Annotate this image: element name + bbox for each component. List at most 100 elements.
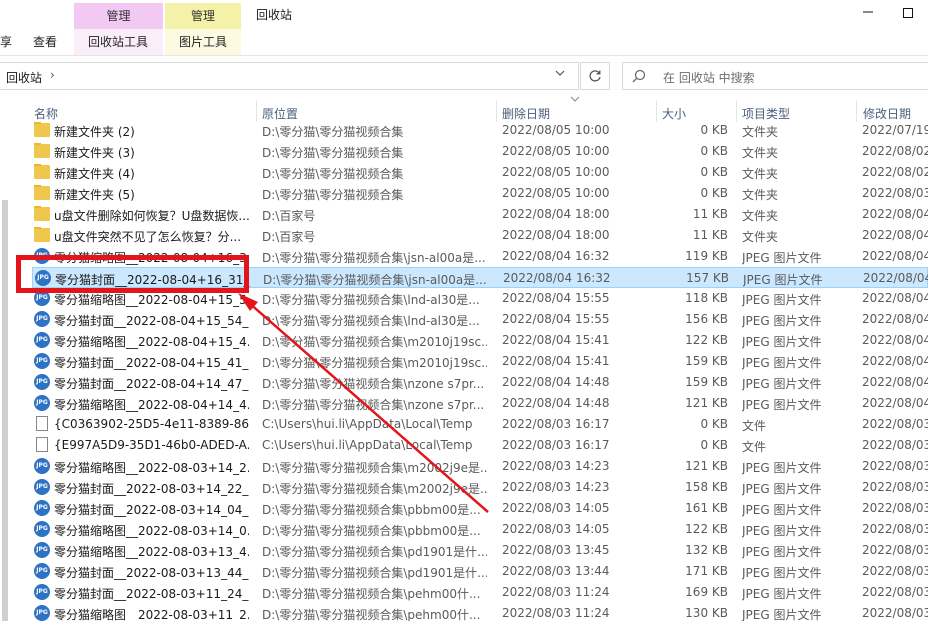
file-date-deleted: 2022/08/05 10:00 — [502, 144, 610, 158]
file-name: 零分猫封面__2022-08-04+14_47_... — [54, 377, 249, 391]
file-size: 159 KB — [685, 354, 728, 368]
file-original-location: D:\零分猫\零分猫视频合集\jsn-al00a是... — [263, 273, 487, 287]
refresh-button[interactable] — [580, 62, 610, 90]
search-box[interactable]: 在 回收站 中搜索 — [622, 62, 928, 90]
file-size: 171 KB — [685, 564, 728, 578]
file-row[interactable]: 新建文件夹 (4) D:\零分猫\零分猫视频合集 2022/08/05 10:00 0… — [32, 162, 928, 183]
file-size: 11 KB — [692, 207, 728, 221]
ribbon: 管理 管理 回收站 享 查看 回收站工具 图片工具 — [0, 0, 928, 56]
file-date-deleted: 2022/08/04 18:00 — [502, 207, 610, 221]
file-name: 零分猫缩略图__2022-08-03+14_0... — [54, 524, 249, 538]
file-date-modified: 2022/08/03 — [862, 186, 928, 200]
file-row[interactable]: JPG 零分猫封面__2022-08-04+15_41_... D:\零分猫\零分猫… — [32, 351, 928, 372]
file-name: u盘文件删除如何恢复？U盘数据恢... — [54, 209, 249, 223]
file-row[interactable]: 新建文件夹 (3) D:\零分猫\零分猫视频合集 2022/08/05 10:00 0… — [32, 141, 928, 162]
file-name: 零分猫缩略图__2022-08-03+13_4... — [54, 545, 249, 559]
file-date-modified: 2022/08/03 — [862, 522, 928, 536]
file-row[interactable]: JPG 零分猫封面__2022-08-04+15_54_... D:\零分猫\零分猫… — [32, 309, 928, 330]
scrollbar-thumb[interactable] — [2, 200, 8, 621]
file-item-type: JPEG 图片文件 — [742, 251, 822, 265]
file-date-modified: 2022/08/04 — [863, 271, 928, 285]
file-row[interactable]: JPG 零分猫缩略图__2022-08-04+14_4... D:\零分猫\零分猫视… — [32, 393, 928, 414]
file-row[interactable]: JPG 零分猫封面__2022-08-03+13_44_... D:\零分猫\零分猫… — [32, 561, 928, 582]
file-row[interactable]: JPG 零分猫封面__2022-08-04+14_47_... D:\零分猫\零分猫… — [32, 372, 928, 393]
file-item-type: JPEG 图片文件 — [742, 335, 822, 349]
file-date-modified: 2022/08/03 — [862, 501, 928, 515]
file-name: {E997A5D9-35D1-46b0-ADED-A... — [54, 438, 249, 452]
file-row[interactable]: u盘文件突然不见了怎么恢复？分... D:\百家号 2022/08/04 18:00… — [32, 225, 928, 246]
window-title: 回收站 — [256, 8, 293, 22]
file-item-type: 文件夹 — [742, 146, 779, 160]
file-name: 零分猫缩略图__2022-08-04+14_4... — [54, 398, 249, 412]
file-date-deleted: 2022/08/03 14:23 — [502, 480, 610, 494]
address-location[interactable]: 回收站 — [6, 69, 42, 86]
file-date-modified: 2022/07/19 — [862, 123, 928, 137]
file-original-location: D:\零分猫\零分猫视频合集\m2002j9e是... — [262, 482, 487, 496]
file-size: 122 KB — [685, 522, 728, 536]
search-placeholder[interactable]: 在 回收站 中搜索 — [663, 69, 755, 86]
file-date-modified: 2022/08/02 — [862, 144, 928, 158]
file-row[interactable]: {C0363902-25D5-4e11-8389-86... C:\Users\h… — [32, 414, 928, 435]
file-item-type: JPEG 图片文件 — [742, 482, 822, 496]
file-size: 121 KB — [685, 459, 728, 473]
file-icon — [34, 416, 50, 432]
file-row[interactable]: JPG 零分猫封面__2022-08-03+14_22_... D:\零分猫\零分猫… — [32, 477, 928, 498]
file-original-location: D:\零分猫\零分猫视频合集\jsn-al00a是... — [262, 251, 486, 265]
file-original-location: D:\零分猫\零分猫视频合集\nzone s7pr... — [262, 398, 485, 412]
file-row[interactable]: JPG 零分猫缩略图__2022-08-04+15_4... D:\零分猫\零分猫视… — [32, 330, 928, 351]
file-date-modified: 2022/08/03 — [862, 585, 928, 599]
file-name: 新建文件夹 (5) — [54, 188, 135, 202]
file-date-modified: 2022/08/04 — [862, 312, 928, 326]
column-divider[interactable] — [256, 100, 257, 122]
file-row[interactable]: 新建文件夹 (5) D:\零分猫\零分猫视频合集 2022/08/05 10:00 0… — [32, 183, 928, 204]
file-name: 零分猫封面__2022-08-03+11_24_... — [54, 587, 249, 601]
tab-share[interactable]: 享 — [0, 33, 12, 50]
file-row[interactable]: JPG 零分猫封面__2022-08-03+11_24_... D:\零分猫\零分猫… — [32, 582, 928, 603]
column-divider[interactable] — [856, 100, 857, 122]
file-date-modified: 2022/08/03 — [862, 438, 928, 452]
file-row[interactable]: JPG 零分猫缩略图__2022-08-03+11_2... D:\零分猫\零分猫视… — [32, 603, 928, 621]
file-original-location: D:\零分猫\零分猫视频合集\nzone s7pr... — [262, 377, 485, 391]
file-date-deleted: 2022/08/05 10:00 — [502, 165, 610, 179]
tab-view[interactable]: 查看 — [33, 33, 57, 50]
file-size: 11 KB — [692, 228, 728, 242]
file-size: 156 KB — [685, 312, 728, 326]
file-row[interactable]: u盘文件删除如何恢复？U盘数据恢... D:\百家号 2022/08/04 18:0… — [32, 204, 928, 225]
context-manage-picture: 管理 — [165, 3, 241, 29]
search-icon — [632, 69, 646, 83]
file-row[interactable]: JPG 零分猫缩略图__2022-08-03+13_4... D:\零分猫\零分猫视… — [32, 540, 928, 561]
column-divider[interactable] — [656, 100, 657, 122]
jpeg-image-icon: JPG — [34, 458, 50, 474]
file-item-type: JPEG 图片文件 — [742, 293, 822, 307]
column-divider[interactable] — [736, 100, 737, 122]
tab-picture-tools[interactable]: 图片工具 — [179, 33, 227, 50]
file-size: 118 KB — [685, 291, 728, 305]
file-size: 0 KB — [700, 417, 728, 431]
file-original-location: D:\零分猫\零分猫视频合集 — [262, 188, 404, 202]
address-dropdown-icon[interactable] — [555, 68, 565, 81]
folder-icon — [34, 122, 50, 138]
file-date-deleted: 2022/08/05 10:00 — [502, 123, 610, 137]
file-item-type: JPEG 图片文件 — [742, 356, 822, 370]
file-name: 零分猫缩略图__2022-08-03+14_2... — [54, 461, 249, 475]
file-row[interactable]: JPG 零分猫封面__2022-08-03+14_04_... D:\零分猫\零分猫… — [32, 498, 928, 519]
maximize-button[interactable] — [898, 4, 918, 24]
minimize-button[interactable] — [858, 4, 878, 24]
file-item-type: JPEG 图片文件 — [742, 587, 822, 601]
file-row[interactable]: {E997A5D9-35D1-46b0-ADED-A... C:\Users\hu… — [32, 435, 928, 456]
file-original-location: D:\零分猫\零分猫视频合集\m2010j19sc... — [262, 335, 487, 349]
file-row[interactable]: 新建文件夹 (2) D:\零分猫\零分猫视频合集 2022/08/05 10:00 0… — [32, 120, 928, 141]
tab-recycle-bin-tools[interactable]: 回收站工具 — [88, 33, 148, 50]
file-row[interactable]: JPG 零分猫缩略图__2022-08-03+14_2... D:\零分猫\零分猫视… — [32, 456, 928, 477]
file-size: 132 KB — [685, 543, 728, 557]
file-original-location: D:\零分猫\零分猫视频合集\pehm00什... — [262, 608, 481, 621]
jpeg-image-icon: JPG — [34, 332, 50, 348]
column-header-row: 名称 原位置 删除日期 大小 项目类型 修改日期 — [12, 96, 928, 122]
breadcrumb-chevron-icon[interactable]: › — [50, 68, 55, 82]
column-divider[interactable] — [496, 100, 497, 122]
jpeg-image-icon: JPG — [34, 374, 50, 390]
file-item-type: JPEG 图片文件 — [742, 398, 822, 412]
file-item-type: 文件夹 — [742, 167, 779, 181]
address-bar[interactable]: 回收站 › — [0, 62, 579, 90]
file-row[interactable]: JPG 零分猫缩略图__2022-08-03+14_0... D:\零分猫\零分猫视… — [32, 519, 928, 540]
